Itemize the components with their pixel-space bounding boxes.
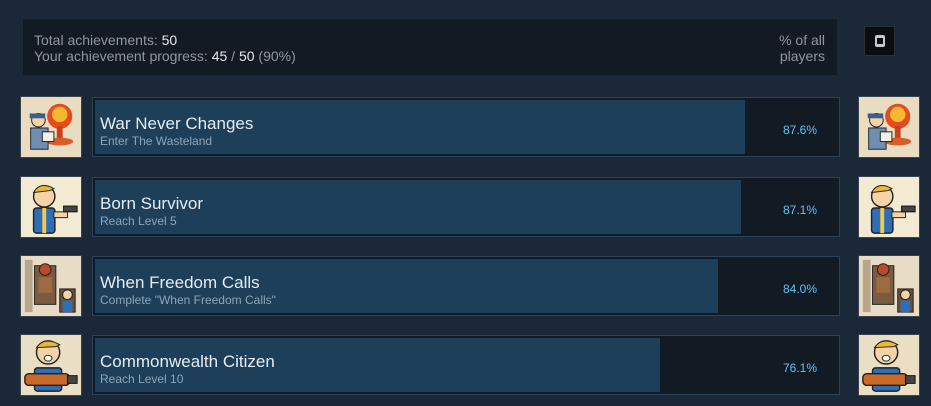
nuke-explosion-icon	[858, 96, 920, 158]
achievement-title: When Freedom Calls	[100, 273, 260, 292]
achievement-description: Reach Level 10	[100, 372, 184, 386]
achievement-percent: 84.0%	[782, 282, 817, 296]
achievement-progress-bar[interactable]: Commonwealth Citizen Reach Level 10 76.1…	[92, 335, 840, 395]
progress-percent: (90%)	[254, 48, 296, 64]
power-armor-icon	[858, 255, 920, 317]
achievement-row: Commonwealth Citizen Reach Level 10 76.1…	[0, 334, 931, 396]
player-avatar[interactable]	[864, 26, 895, 56]
achievement-title: Commonwealth Citizen	[100, 352, 275, 371]
total-achievements-value: 50	[161, 32, 178, 48]
achievement-progress-bar[interactable]: Born Survivor Reach Level 5 87.1%	[92, 177, 840, 237]
achievement-description: Enter The Wasteland	[100, 134, 213, 148]
vault-boy-pistol-icon	[858, 176, 920, 238]
achievement-description: Complete "When Freedom Calls"	[100, 293, 276, 307]
achievement-progress-bar[interactable]: War Never Changes Enter The Wasteland 87…	[92, 97, 840, 157]
summary-stats: Total achievements: 50 Your achievement …	[34, 32, 296, 64]
avatar-glyph-icon	[875, 35, 885, 47]
percent-column-header: % of all players	[779, 32, 825, 64]
progress-done-value: 45	[211, 48, 228, 64]
vault-boy-flamer-icon	[858, 334, 920, 396]
total-achievements: Total achievements: 50	[34, 32, 178, 48]
achievement-percent: 76.1%	[782, 361, 817, 375]
achievement-title: Born Survivor	[100, 194, 203, 213]
power-armor-icon	[20, 255, 82, 317]
achievement-percent: 87.6%	[782, 123, 817, 137]
achievement-progress-bar[interactable]: When Freedom Calls Complete "When Freedo…	[92, 256, 840, 316]
achievement-description: Reach Level 5	[100, 214, 177, 228]
achievement-row: When Freedom Calls Complete "When Freedo…	[0, 255, 931, 317]
vault-boy-pistol-icon	[20, 176, 82, 238]
achievement-progress: Your achievement progress: 45 / 50 (90%)	[34, 48, 296, 64]
achievement-title: War Never Changes	[100, 114, 254, 133]
progress-total-value: 50	[238, 48, 255, 64]
achievement-row: War Never Changes Enter The Wasteland 87…	[0, 96, 931, 158]
vault-boy-flamer-icon	[20, 334, 82, 396]
achievement-summary: Total achievements: 50 Your achievement …	[23, 19, 837, 75]
achievement-row: Born Survivor Reach Level 5 87.1%	[0, 176, 931, 238]
nuke-explosion-icon	[20, 96, 82, 158]
achievement-percent: 87.1%	[782, 203, 817, 217]
